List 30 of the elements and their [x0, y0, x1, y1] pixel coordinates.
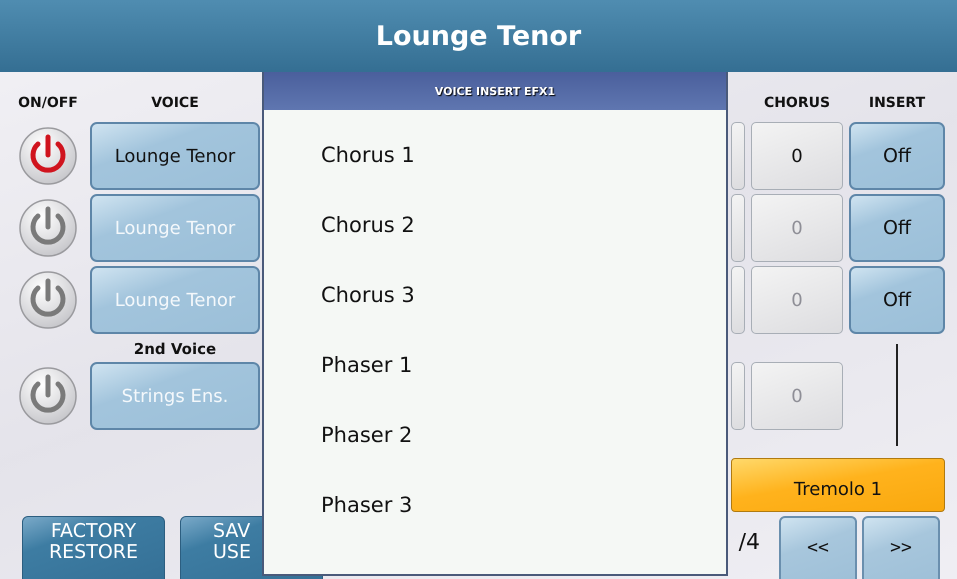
menu-item[interactable]: Chorus 3: [264, 260, 726, 330]
insert-button[interactable]: Off: [849, 122, 945, 190]
power-icon[interactable]: [18, 198, 78, 258]
power-icon[interactable]: [18, 270, 78, 330]
menu-item[interactable]: Phaser 2: [264, 400, 726, 470]
value-cell[interactable]: [731, 122, 745, 190]
column-header: VOICE: [151, 95, 199, 111]
value-cell[interactable]: [731, 266, 745, 334]
next-button[interactable]: >>: [862, 516, 940, 579]
section-label: 2nd Voice: [134, 340, 216, 358]
value-cell[interactable]: [731, 362, 745, 430]
power-icon[interactable]: [18, 126, 78, 186]
previous-button[interactable]: <<: [779, 516, 857, 579]
insert-effect-button[interactable]: Tremolo 1: [731, 458, 945, 512]
window-title: Lounge Tenor: [0, 0, 957, 72]
menu-item[interactable]: Phaser 1: [264, 330, 726, 400]
column-header: INSERT: [868, 95, 926, 111]
menu-title: VOICE INSERT EFX1: [264, 72, 726, 110]
value-cell[interactable]: [731, 194, 745, 262]
page-indicator: /4: [738, 530, 760, 555]
menu-item[interactable]: Chorus 2: [264, 190, 726, 260]
menu-item[interactable]: Chorus 1: [264, 120, 726, 190]
factory-restore-button[interactable]: FACTORY RESTORE: [22, 516, 165, 579]
insert-button[interactable]: Off: [849, 266, 945, 334]
column-header: ON/OFF: [18, 95, 78, 111]
power-icon[interactable]: [18, 366, 78, 426]
column-header: CHORUS: [764, 95, 830, 111]
voice-button[interactable]: Lounge Tenor: [90, 122, 260, 190]
insert-button[interactable]: Off: [849, 194, 945, 262]
chorus-value[interactable]: 0: [751, 122, 843, 190]
